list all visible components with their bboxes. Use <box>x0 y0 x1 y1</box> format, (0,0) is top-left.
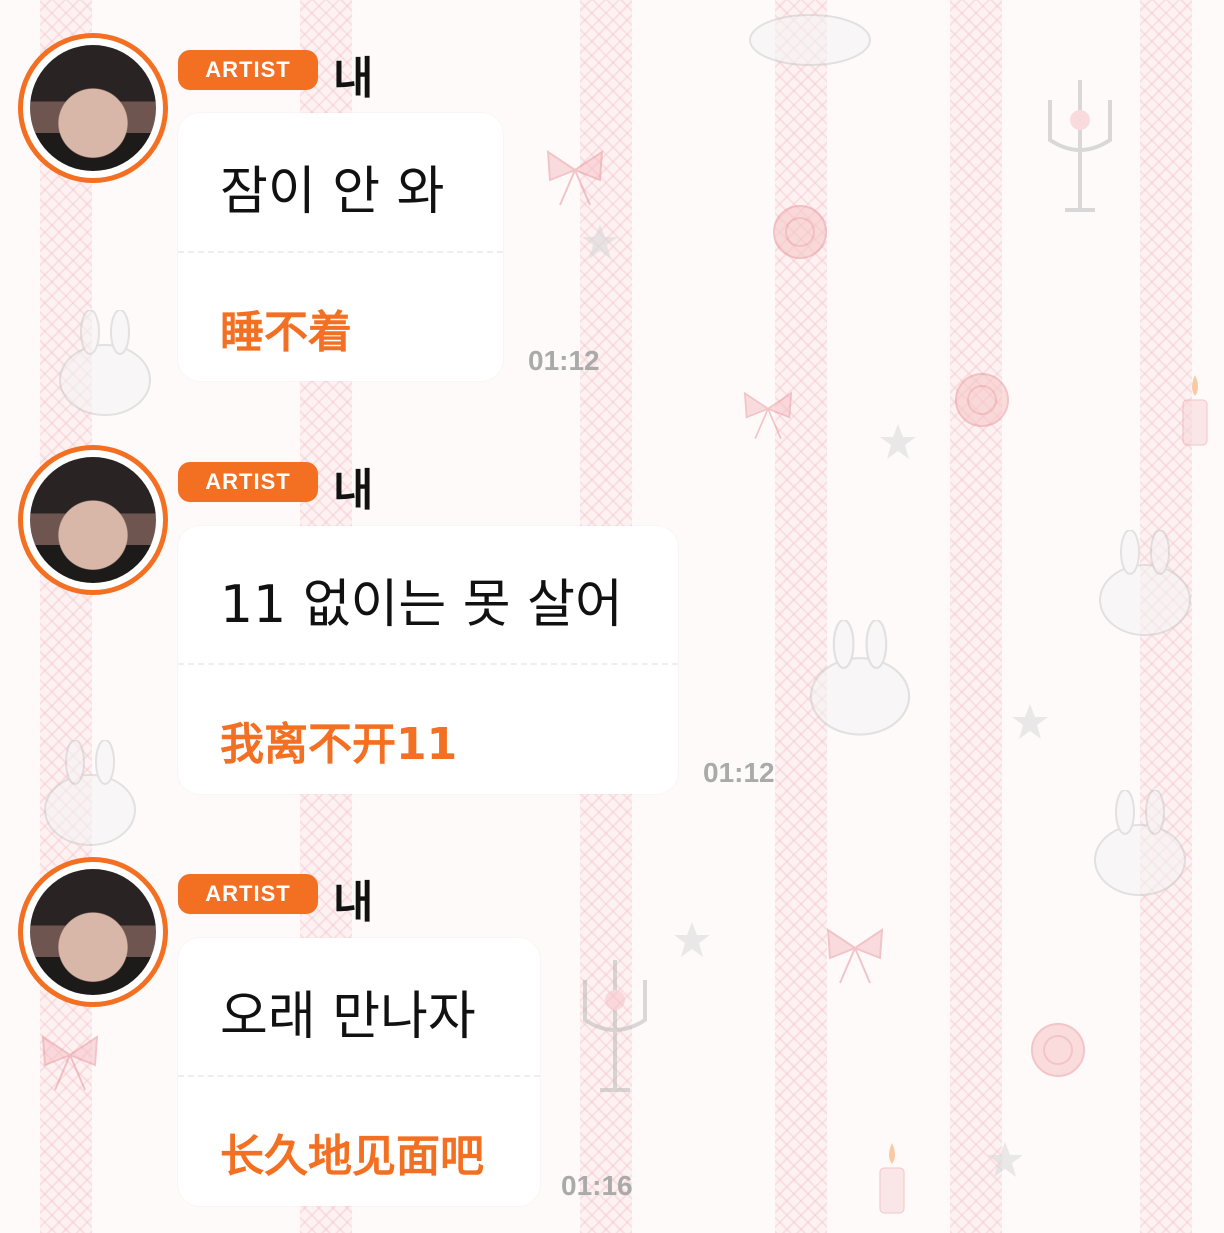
message-translation: 我离不开11 <box>220 719 458 770</box>
translation-divider <box>178 251 503 253</box>
star-icon <box>987 1142 1023 1177</box>
message-bubble[interactable]: 11 없이는 못 살어 我离不开11 <box>178 526 678 794</box>
candelabra-icon <box>583 960 647 1092</box>
artist-avatar[interactable] <box>18 33 168 183</box>
message-translation: 长久地见面吧 <box>220 1131 484 1182</box>
artist-avatar[interactable] <box>18 857 168 1007</box>
message-korean: 오래 만나자 <box>220 987 476 1047</box>
bow-icon <box>826 928 884 984</box>
candelabra-icon <box>1048 80 1112 212</box>
star-icon <box>880 424 916 459</box>
bow-icon <box>546 150 604 206</box>
artist-badge: ARTIST <box>178 874 318 914</box>
message-time: 01:12 <box>528 345 600 376</box>
message-korean: 11 없이는 못 살어 <box>220 575 623 635</box>
rose-icon <box>955 373 1009 427</box>
bow-icon <box>743 391 793 440</box>
star-icon <box>1012 704 1048 739</box>
artist-badge: ARTIST <box>178 462 318 502</box>
message-bubble[interactable]: 잠이 안 와 睡不着 <box>178 113 503 381</box>
translation-divider <box>178 1075 540 1077</box>
message-time: 01:16 <box>561 1170 633 1201</box>
bunny-icon <box>1094 790 1186 896</box>
bunny-icon <box>749 14 871 66</box>
candle-icon <box>879 1143 905 1214</box>
message-translation: 睡不着 <box>220 307 352 358</box>
bunny-icon <box>809 620 911 736</box>
bunny-icon <box>59 310 151 416</box>
rose-icon <box>773 205 827 259</box>
message-korean: 잠이 안 와 <box>220 162 445 222</box>
bunny-icon <box>1099 530 1191 636</box>
message-time: 01:12 <box>703 757 775 788</box>
artist-avatar[interactable] <box>18 445 168 595</box>
artist-badge: ARTIST <box>178 50 318 90</box>
rose-icon <box>1031 1023 1085 1077</box>
star-icon <box>582 224 618 259</box>
message-bubble[interactable]: 오래 만나자 长久地见面吧 <box>178 938 540 1206</box>
star-icon <box>674 922 710 957</box>
bunny-icon <box>44 740 136 846</box>
translation-divider <box>178 663 678 665</box>
candle-icon <box>1182 375 1208 446</box>
bow-icon <box>41 1035 99 1091</box>
